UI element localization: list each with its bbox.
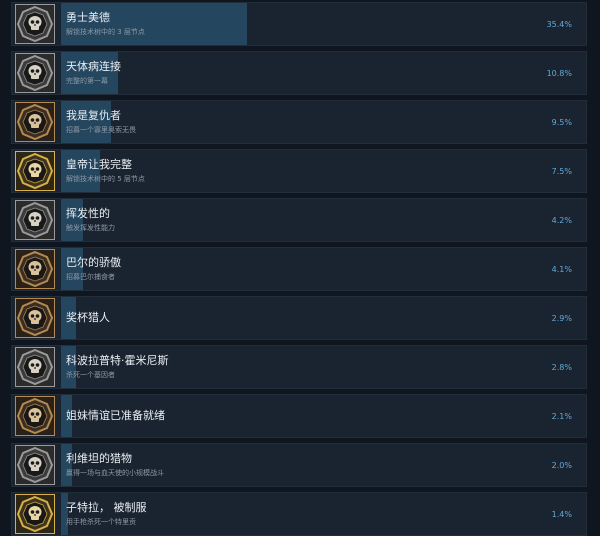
achievement-row[interactable]: 姐妹情谊已准备就绪 2.1% <box>11 394 587 438</box>
achievement-title: 子特拉， 被制服 <box>66 501 147 514</box>
achievement-title: 巴尔的骄傲 <box>66 256 121 269</box>
achievement-row[interactable]: 巴尔的骄傲 招募巴尔捕食者 4.1% <box>11 247 587 291</box>
achievement-row[interactable]: 利维坦的猎物 赢得一场与血天使的小规模战斗 2.0% <box>11 443 587 487</box>
achievement-description: 触发挥发性能力 <box>66 224 115 232</box>
progress-bar <box>61 248 83 290</box>
bronze-skull-badge-icon <box>15 249 55 289</box>
achievement-row[interactable]: 挥发性的 触发挥发性能力 4.2% <box>11 198 587 242</box>
silver-skull-badge-icon <box>15 4 55 44</box>
achievement-description: 用手枪杀死一个特里贡 <box>66 518 136 526</box>
achievement-list: 勇士美德 解锁技术树中的 3 层节点 35.4% 天体病连接 完整的第一幕 10… <box>0 0 600 536</box>
achievement-description: 完整的第一幕 <box>66 77 108 85</box>
unlock-percent: 4.2% <box>551 216 572 225</box>
unlock-percent: 1.4% <box>551 510 572 519</box>
achievement-description: 解锁技术树中的 5 层节点 <box>66 175 145 183</box>
bronze-skull-badge-icon <box>15 298 55 338</box>
unlock-percent: 2.8% <box>551 363 572 372</box>
gold-skull-badge-icon <box>15 494 55 534</box>
unlock-percent: 2.9% <box>551 314 572 323</box>
progress-bar <box>61 493 69 535</box>
achievement-row[interactable]: 天体病连接 完整的第一幕 10.8% <box>11 51 587 95</box>
silver-skull-badge-icon <box>15 200 55 240</box>
progress-bar <box>61 199 84 241</box>
achievement-title: 我是复仇者 <box>66 109 121 122</box>
achievement-title: 挥发性的 <box>66 207 110 220</box>
achievement-description: 解锁技术树中的 3 层节点 <box>66 28 145 36</box>
progress-bar <box>61 346 76 388</box>
achievement-title: 奖杯猎人 <box>66 311 110 324</box>
achievement-row[interactable]: 我是复仇者 招募一个寡里奥索无畏 9.5% <box>11 100 587 144</box>
achievement-row[interactable]: 科波拉普特·霍米尼斯 杀死一个基因者 2.8% <box>11 345 587 389</box>
unlock-percent: 7.5% <box>551 167 572 176</box>
bronze-skull-badge-icon <box>15 396 55 436</box>
silver-skull-badge-icon <box>15 445 55 485</box>
achievement-description: 杀死一个基因者 <box>66 371 115 379</box>
achievement-title: 天体病连接 <box>66 60 121 73</box>
unlock-percent: 35.4% <box>546 20 572 29</box>
progress-bar <box>61 150 101 192</box>
silver-skull-badge-icon <box>15 347 55 387</box>
achievement-title: 利维坦的猎物 <box>66 452 132 465</box>
achievement-description: 招募巴尔捕食者 <box>66 273 115 281</box>
progress-bar <box>61 101 111 143</box>
achievement-title: 姐妹情谊已准备就绪 <box>66 409 165 422</box>
achievement-row[interactable]: 奖杯猎人 2.9% <box>11 296 587 340</box>
unlock-percent: 10.8% <box>546 69 572 78</box>
achievement-row[interactable]: 皇帝让我完整 解锁技术树中的 5 层节点 7.5% <box>11 149 587 193</box>
progress-bar <box>61 3 247 45</box>
unlock-percent: 2.0% <box>551 461 572 470</box>
achievement-description: 招募一个寡里奥索无畏 <box>66 126 136 134</box>
achievement-title: 皇帝让我完整 <box>66 158 132 171</box>
silver-skull-badge-icon <box>15 53 55 93</box>
unlock-percent: 2.1% <box>551 412 572 421</box>
unlock-percent: 9.5% <box>551 118 572 127</box>
achievement-description: 赢得一场与血天使的小规模战斗 <box>66 469 164 477</box>
unlock-percent: 4.1% <box>551 265 572 274</box>
progress-bar <box>61 52 118 94</box>
achievement-row[interactable]: 子特拉， 被制服 用手枪杀死一个特里贡 1.4% <box>11 492 587 536</box>
achievement-row[interactable]: 勇士美德 解锁技术树中的 3 层节点 35.4% <box>11 2 587 46</box>
progress-bar <box>61 444 72 486</box>
gold-skull-badge-icon <box>15 151 55 191</box>
bronze-skull-badge-icon <box>15 102 55 142</box>
achievement-title: 勇士美德 <box>66 11 110 24</box>
achievement-title: 科波拉普特·霍米尼斯 <box>66 354 169 367</box>
